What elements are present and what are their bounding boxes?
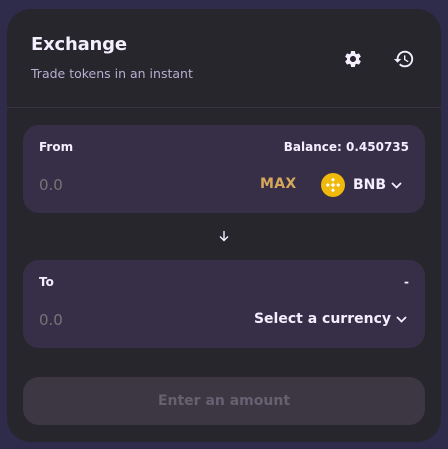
page-title: Exchange — [31, 34, 127, 55]
bnb-logo-icon — [321, 173, 345, 197]
to-panel: To - Select a currency — [23, 260, 425, 348]
page-subtitle: Trade tokens in an instant — [31, 66, 193, 81]
select-currency-button[interactable]: Select a currency — [254, 311, 407, 327]
to-label: To — [39, 275, 54, 289]
token-symbol: BNB — [353, 177, 387, 193]
from-balance: Balance: 0.450735 — [283, 140, 409, 154]
select-currency-label: Select a currency — [253, 311, 391, 327]
settings-button[interactable] — [340, 46, 366, 72]
arrow-down-icon — [219, 231, 229, 242]
from-label: From — [39, 140, 74, 154]
history-icon — [393, 50, 414, 68]
from-panel: From Balance: 0.450735 MAX BNB — [23, 125, 425, 213]
max-button[interactable]: MAX — [260, 176, 296, 192]
gear-icon — [345, 50, 361, 67]
chevron-down-icon — [396, 315, 407, 323]
history-button[interactable] — [391, 46, 417, 72]
to-balance: - — [404, 275, 409, 289]
from-amount-input[interactable] — [39, 176, 189, 194]
card-header: Exchange Trade tokens in an instant — [7, 9, 441, 108]
enter-amount-button[interactable]: Enter an amount — [23, 377, 425, 425]
exchange-card: Exchange Trade tokens in an instant From… — [7, 9, 441, 442]
to-amount-input[interactable] — [39, 311, 189, 329]
chevron-down-icon — [391, 181, 402, 189]
swap-direction-button[interactable] — [217, 229, 231, 243]
from-token-select[interactable]: BNB — [321, 173, 402, 197]
